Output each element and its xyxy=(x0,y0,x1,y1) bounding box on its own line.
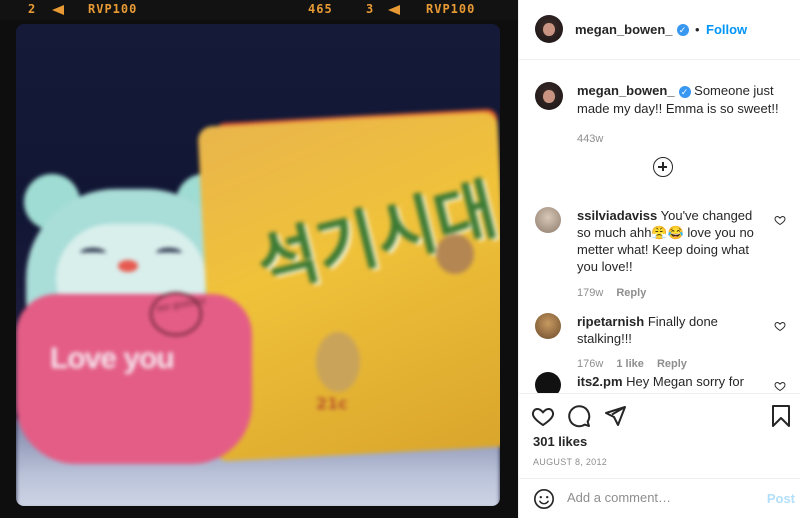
comment-avatar[interactable] xyxy=(535,313,561,339)
post-date[interactable]: AUGUST 8, 2012 xyxy=(533,457,607,467)
post-actions: 301 likes AUGUST 8, 2012 Post xyxy=(519,393,800,518)
caption-avatar[interactable] xyxy=(535,82,563,110)
comment-avatar[interactable] xyxy=(535,207,561,233)
film-right-code: RVP100 xyxy=(426,2,476,16)
comment-username[interactable]: ssilviadaviss xyxy=(577,208,657,223)
heart-icon[interactable] xyxy=(774,380,786,392)
comment-likes[interactable]: 1 like xyxy=(616,358,644,370)
caption: megan_bowen_ ✓ Someone just made my day!!… xyxy=(577,82,787,148)
likes-count[interactable]: 301 likes xyxy=(533,434,587,449)
follow-button[interactable]: Follow xyxy=(706,22,747,37)
heart-card-text: Love you xyxy=(50,342,175,375)
avatar[interactable] xyxy=(535,15,563,43)
film-strip: 2 RVP100 465 3 RVP100 xyxy=(0,0,518,20)
panda-eye xyxy=(80,248,106,258)
photo-scene: 석기시대 21c Love you me gummy xyxy=(16,24,500,506)
panda-eye xyxy=(156,248,182,258)
bag-illustration xyxy=(436,234,474,274)
verified-icon: ✓ xyxy=(678,85,691,98)
reply-button[interactable]: Reply xyxy=(616,287,646,299)
comment-time[interactable]: 176w xyxy=(577,358,603,370)
comment-username[interactable]: its2.pm xyxy=(577,374,623,389)
separator-dot: • xyxy=(694,22,700,37)
comment-text: Hey Megan sorry for xyxy=(626,374,744,389)
heart-icon[interactable] xyxy=(531,404,555,428)
film-left-code: RVP100 xyxy=(88,2,138,16)
comment-icon[interactable] xyxy=(567,404,591,428)
post-sidebar: megan_bowen_ ✓ • Follow megan_bowen_ ✓ Som… xyxy=(518,0,800,518)
header-username[interactable]: megan_bowen_ xyxy=(575,22,673,37)
comment-time[interactable]: 179w xyxy=(577,287,603,299)
comment-item: ssilviadaviss You've changed so much ahh… xyxy=(577,207,767,302)
add-comment-bar: Post xyxy=(519,478,800,518)
comment-item: ripetarnish Finally done stalking!!! 176… xyxy=(577,313,767,373)
post-button[interactable]: Post xyxy=(767,491,795,506)
comment-item: its2.pm Hey Megan sorry for xyxy=(577,373,767,390)
heart-card xyxy=(16,294,252,464)
film-mid-num: 465 xyxy=(308,2,333,16)
caption-username[interactable]: megan_bowen_ xyxy=(577,83,675,98)
share-icon[interactable] xyxy=(603,404,627,428)
film-right-num: 3 xyxy=(366,2,375,16)
film-arrow-icon xyxy=(52,5,64,15)
caption-time[interactable]: 443w xyxy=(577,130,787,148)
heart-icon[interactable] xyxy=(774,214,786,226)
bookmark-icon[interactable] xyxy=(769,404,793,428)
film-left-num: 2 xyxy=(28,2,37,16)
reply-button[interactable]: Reply xyxy=(657,358,687,370)
post-header: megan_bowen_ ✓ • Follow xyxy=(519,0,800,60)
comment-username[interactable]: ripetarnish xyxy=(577,314,644,329)
verified-icon: ✓ xyxy=(676,23,689,36)
panda-nose xyxy=(118,260,138,272)
plus-circle-icon[interactable] xyxy=(653,157,673,177)
add-comment-input[interactable] xyxy=(567,490,747,505)
heart-icon[interactable] xyxy=(774,320,786,332)
emoji-icon[interactable] xyxy=(533,488,555,510)
bag-sub-text: 21c xyxy=(316,394,348,413)
film-arrow-icon xyxy=(388,5,400,15)
post-photo[interactable]: 2 RVP100 465 3 RVP100 석기시대 21c Love you … xyxy=(0,0,518,518)
bag-illustration xyxy=(316,332,360,392)
